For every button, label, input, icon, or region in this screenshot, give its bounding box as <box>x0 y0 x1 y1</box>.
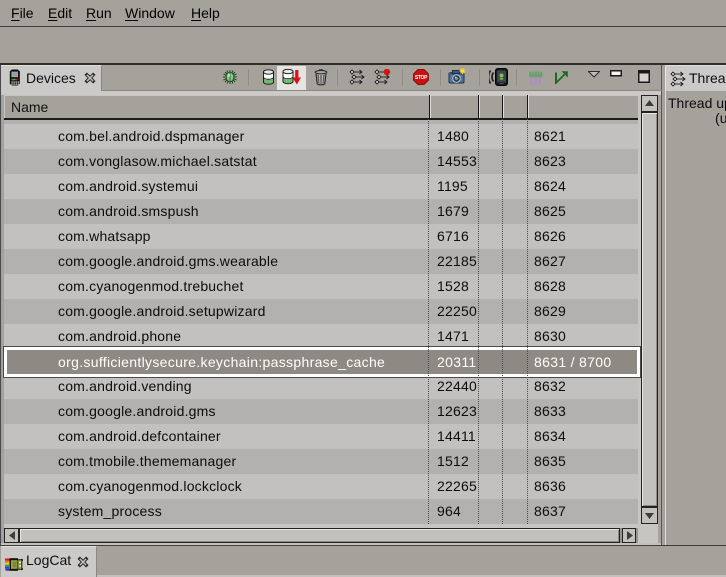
svg-text:STOP: STOP <box>415 75 428 81</box>
